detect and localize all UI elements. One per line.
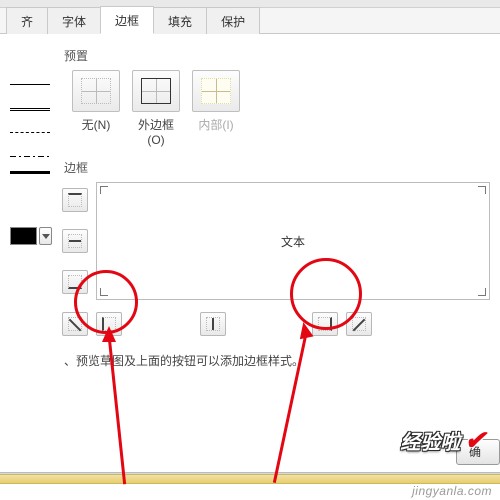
dialog-content: 预置 无(N) 外边框(O) 内部(I) 边框 [0,34,500,369]
line-style-option[interactable] [10,171,50,183]
border-diag-down-button[interactable] [62,312,88,336]
preview-sample-text: 文本 [281,233,305,250]
border-diag-up-icon [352,317,366,331]
corner-mark-icon [100,288,108,296]
corner-mark-icon [100,186,108,194]
line-style-list [0,39,58,369]
line-color-select[interactable] [10,227,52,245]
border-middle-h-icon [68,234,82,248]
preset-labels: 无(N) 外边框(O) 内部(I) [62,116,490,147]
ok-button[interactable]: 确 [456,439,500,465]
border-bottom-icon [68,275,82,289]
border-middle-v-icon [206,317,220,331]
line-style-option[interactable] [10,84,50,94]
border-diag-down-icon [68,317,82,331]
border-preview: 文本 [96,182,490,300]
border-left-button[interactable] [96,312,122,336]
border-right-icon [318,317,332,331]
border-right-button[interactable] [312,312,338,336]
corner-mark-icon [478,288,486,296]
tab-fill[interactable]: 填充 [153,7,207,34]
preset-inside-label: 内部(I) [192,116,240,147]
tab-border[interactable]: 边框 [100,6,154,34]
color-swatch [10,227,37,245]
border-middle-v-button[interactable] [200,312,226,336]
tab-font[interactable]: 字体 [47,7,101,34]
corner-mark-icon [478,186,486,194]
preset-outline-icon [141,78,171,104]
chevron-down-icon[interactable] [39,227,52,245]
preset-none[interactable] [72,70,120,112]
preset-none-icon [81,78,111,104]
watermark-url: jingyanla.com [412,484,492,498]
tab-protect[interactable]: 保护 [206,7,260,34]
border-top-button[interactable] [62,188,88,212]
border-diag-up-button[interactable] [346,312,372,336]
preset-section-label: 预置 [64,47,490,64]
border-section-label: 边框 [64,159,490,176]
border-middle-h-button[interactable] [62,229,88,253]
border-top-icon [68,193,82,207]
line-style-option[interactable] [10,132,50,142]
preset-outline[interactable] [132,70,180,112]
border-bottom-button[interactable] [62,270,88,294]
watermark-logo-text: 经验啦 [400,426,460,455]
preset-row [62,70,490,112]
preset-inside-icon [201,78,231,104]
preset-none-label: 无(N) [72,116,120,147]
tab-align[interactable]: 齐 [6,7,48,34]
hint-text: 、预览草图及上面的按钮可以添加边框样式。 [64,352,488,369]
border-left-icon [102,317,116,331]
line-style-option[interactable] [10,156,50,157]
tab-bar: 齐 字体 边框 填充 保护 [0,8,500,34]
line-style-option[interactable] [10,108,50,118]
preset-inside[interactable] [192,70,240,112]
border-bottom-row [62,312,490,336]
preset-outline-label: 外边框(O) [132,116,180,147]
status-strip [0,474,500,484]
